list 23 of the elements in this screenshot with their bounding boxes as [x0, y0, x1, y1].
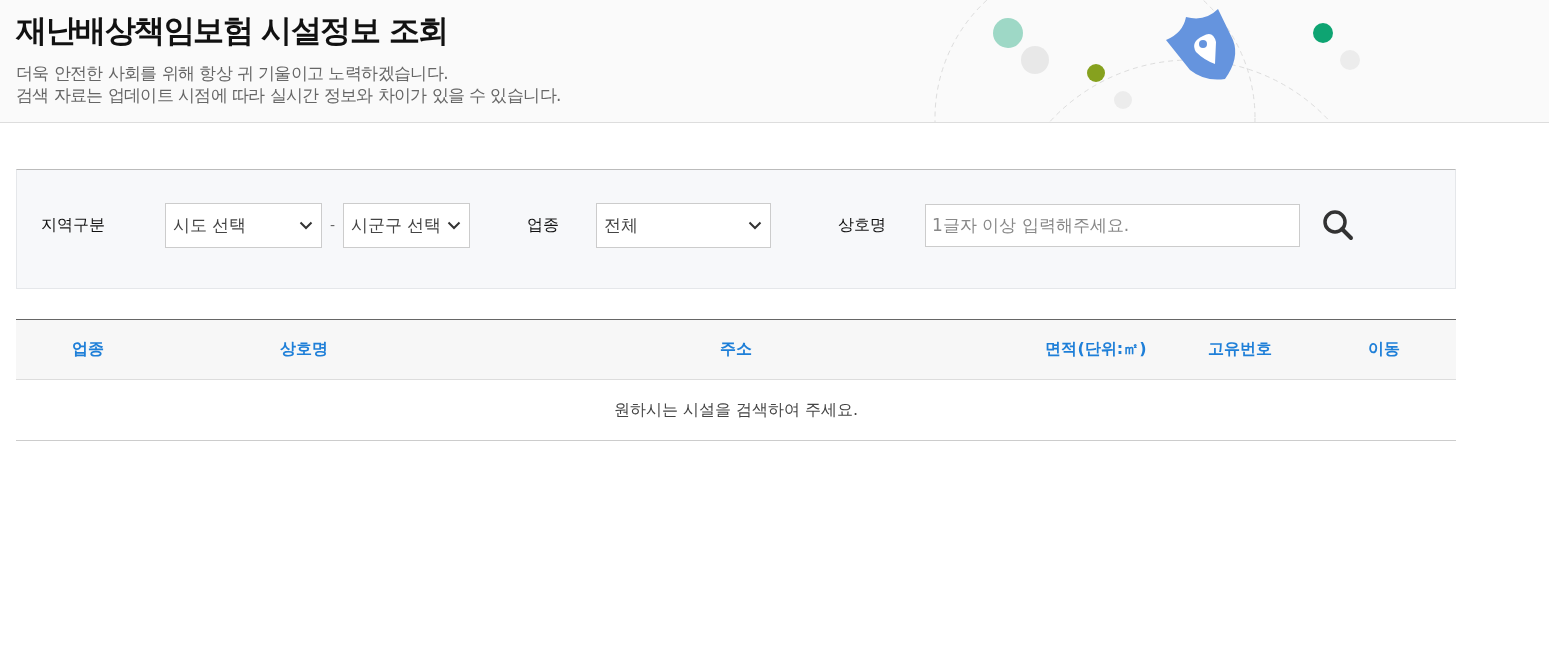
region-select[interactable]: 시군구 선택	[343, 202, 471, 248]
column-header: 상호명	[160, 319, 448, 380]
chevron-down-icon	[748, 220, 763, 230]
column-header: 면적(단위:㎡)	[1024, 319, 1168, 380]
column-header: 업종	[16, 319, 160, 380]
industry-label: 업종	[527, 214, 561, 236]
page-description: 더욱 안전한 사회를 위해 항상 귀 기울이고 노력하겠습니다.	[16, 62, 450, 84]
column-header: 주소	[448, 319, 1024, 380]
page-description: 검색 자료는 업데이트 시점에 따라 실시간 정보와 차이가 있을 수 있습니다.	[16, 84, 561, 106]
region-label: 지역구분	[41, 214, 106, 236]
page-title: 재난배상책임보험 시설정보 조회	[16, 11, 449, 50]
search-icon	[1322, 209, 1355, 241]
chevron-down-icon	[447, 220, 462, 230]
business-name-label: 상호명	[838, 214, 888, 236]
chevron-down-icon	[299, 220, 313, 230]
search-button[interactable]	[1322, 209, 1355, 241]
separator: -	[330, 217, 336, 233]
empty-message: 원하시는 시설을 검색하여 주세요.	[16, 379, 1456, 441]
column-header: 고유번호	[1168, 319, 1312, 380]
column-header: 이동	[1312, 319, 1456, 380]
industry-select[interactable]: 전체	[596, 202, 772, 248]
business-name-field[interactable]: 1글자 이상 입력해주세요.	[925, 203, 1301, 247]
region-select[interactable]: 시도 선택	[165, 202, 322, 248]
